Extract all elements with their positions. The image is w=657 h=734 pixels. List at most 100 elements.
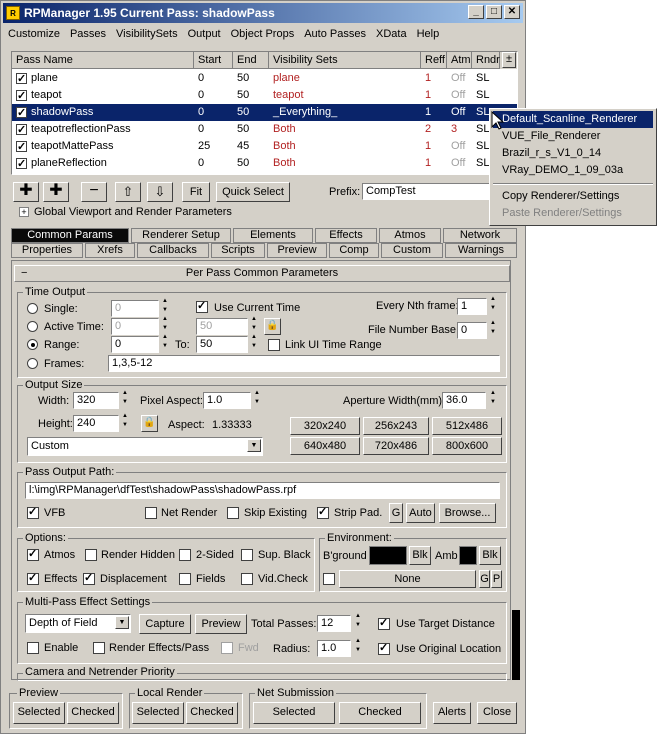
range-radio[interactable] bbox=[27, 339, 38, 350]
use-original-checkbox[interactable] bbox=[378, 641, 390, 655]
total-passes-field[interactable]: 12 bbox=[317, 615, 351, 632]
pass-enable-checkbox[interactable] bbox=[16, 105, 27, 121]
col-pass-name[interactable]: Pass Name bbox=[12, 52, 194, 69]
strip-pad-checkbox[interactable] bbox=[317, 505, 329, 519]
menu-item-vue-file[interactable]: VUE_File_Renderer bbox=[493, 128, 653, 145]
height-field[interactable]: 240 bbox=[73, 415, 119, 432]
two-sided-checkbox[interactable] bbox=[179, 549, 191, 561]
aperture-field[interactable]: 36.0 bbox=[442, 392, 486, 409]
enable-checkbox[interactable] bbox=[27, 642, 39, 654]
environment-map-button[interactable]: None bbox=[339, 570, 476, 588]
env-p-button[interactable]: P bbox=[491, 570, 502, 588]
table-row[interactable]: teapot 0 50 teapot 1 Off SL bbox=[12, 87, 517, 104]
env-g-button[interactable]: G bbox=[479, 570, 490, 588]
tab-atmos[interactable]: Atmos bbox=[379, 228, 441, 243]
tab-scripts[interactable]: Scripts bbox=[211, 243, 265, 258]
radius-field[interactable]: 1.0 bbox=[317, 640, 351, 657]
displacement-checkbox[interactable] bbox=[83, 571, 95, 585]
net-render-checkbox[interactable] bbox=[145, 507, 157, 519]
quick-select-button[interactable]: Quick Select bbox=[216, 182, 290, 202]
menu-item-copy-renderer[interactable]: Copy Renderer/Settings bbox=[493, 188, 653, 205]
file-number-base-field[interactable]: 0 bbox=[457, 322, 487, 339]
title-bar[interactable]: R RPManager 1.95 Current Pass: shadowPas… bbox=[3, 3, 523, 23]
frames-radio[interactable] bbox=[27, 358, 38, 369]
chevron-down-icon[interactable]: ▼ bbox=[247, 439, 261, 452]
preview-checked-button[interactable]: Checked bbox=[67, 702, 119, 724]
rollout-header[interactable]: − Per Pass Common Parameters bbox=[14, 265, 510, 282]
active-time-radio[interactable] bbox=[27, 321, 38, 332]
pass-enable-checkbox[interactable] bbox=[16, 122, 27, 138]
pass-grid[interactable]: Pass Name Start End Visibility Sets Reff… bbox=[11, 51, 518, 175]
tab-warnings[interactable]: Warnings bbox=[445, 243, 517, 258]
menu-visibilitysets[interactable]: VisibilitySets bbox=[111, 28, 183, 40]
pass-enable-checkbox[interactable] bbox=[16, 156, 27, 172]
move-up-icon[interactable]: ⇧ bbox=[115, 182, 141, 202]
col-visibility-sets[interactable]: Visibility Sets bbox=[269, 52, 421, 69]
add-pass-icon[interactable]: ✚ bbox=[13, 182, 39, 202]
browse-button[interactable]: Browse... bbox=[439, 503, 496, 523]
chevron-down-icon[interactable]: ▼ bbox=[115, 616, 129, 629]
height-spinner[interactable] bbox=[121, 413, 131, 432]
move-down-icon[interactable]: ⇩ bbox=[147, 182, 173, 202]
tab-comp[interactable]: Comp bbox=[329, 243, 379, 258]
pass-enable-checkbox[interactable] bbox=[16, 139, 27, 155]
render-hidden-checkbox[interactable] bbox=[85, 549, 97, 561]
menu-item-default-scanline[interactable]: Default_Scanline_Renderer bbox=[493, 111, 653, 128]
capture-button[interactable]: Capture bbox=[139, 614, 191, 634]
table-row[interactable]: plane 0 50 plane 1 Off SL bbox=[12, 70, 517, 87]
preset-512x486-button[interactable]: 512x486 bbox=[432, 417, 502, 435]
pass-rndr[interactable]: SL bbox=[472, 87, 500, 104]
menu-help[interactable]: Help bbox=[412, 28, 445, 40]
tab-preview[interactable]: Preview bbox=[267, 243, 327, 258]
global-viewport-label[interactable]: Global Viewport and Render Parameters bbox=[34, 205, 232, 219]
menu-item-brazil[interactable]: Brazil_r_s_V1_0_14 bbox=[493, 145, 653, 162]
width-spinner[interactable] bbox=[121, 390, 131, 409]
use-current-time-checkbox[interactable] bbox=[196, 299, 208, 313]
amb-blk-button[interactable]: Blk bbox=[479, 546, 501, 565]
width-field[interactable]: 320 bbox=[73, 392, 119, 409]
bground-blk-button[interactable]: Blk bbox=[409, 546, 431, 565]
tab-effects[interactable]: Effects bbox=[315, 228, 377, 243]
vid-check-checkbox[interactable] bbox=[241, 573, 253, 585]
tab-common-params[interactable]: Common Params bbox=[11, 228, 129, 243]
panel-scrollbar[interactable] bbox=[512, 260, 520, 680]
scrollbar-thumb[interactable] bbox=[512, 610, 520, 680]
pass-enable-checkbox[interactable] bbox=[16, 88, 27, 104]
camera-priority-label[interactable]: Camera and Netrender Priority bbox=[23, 666, 177, 678]
use-target-checkbox[interactable] bbox=[378, 616, 390, 630]
frames-field[interactable]: 1,3,5-12 bbox=[108, 355, 500, 372]
atmos-checkbox[interactable] bbox=[27, 547, 39, 561]
active-to-field[interactable]: 50 bbox=[196, 318, 248, 335]
net-checked-button[interactable]: Checked bbox=[339, 702, 421, 724]
skip-existing-checkbox[interactable] bbox=[227, 507, 239, 519]
rollout-collapse-icon[interactable]: − bbox=[21, 266, 27, 281]
preset-800x600-button[interactable]: 800x600 bbox=[432, 437, 502, 455]
col-end[interactable]: End bbox=[233, 52, 269, 69]
fields-checkbox[interactable] bbox=[179, 573, 191, 585]
single-spinner[interactable] bbox=[161, 298, 171, 317]
menu-item-paste-renderer[interactable]: Paste Renderer/Settings bbox=[493, 205, 653, 222]
col-start[interactable]: Start bbox=[194, 52, 233, 69]
effects-checkbox[interactable] bbox=[27, 571, 39, 585]
output-path-field[interactable]: l:\img\RPManager\dfTest\shadowPass\shado… bbox=[25, 482, 500, 499]
bground-color-swatch[interactable] bbox=[369, 546, 407, 565]
col-atm[interactable]: Atm bbox=[447, 52, 472, 69]
tab-elements[interactable]: Elements bbox=[233, 228, 313, 243]
auto-button[interactable]: Auto bbox=[406, 503, 435, 523]
fit-button[interactable]: Fit bbox=[182, 182, 210, 202]
table-row[interactable]: teapotMattePass 25 45 Both 1 Off SL bbox=[12, 138, 517, 155]
prefix-input[interactable]: CompTest bbox=[362, 183, 490, 200]
remove-pass-icon[interactable]: − bbox=[81, 182, 107, 202]
grid-add-column-button[interactable]: ± bbox=[502, 52, 516, 68]
tab-custom[interactable]: Custom bbox=[381, 243, 443, 258]
col-rndr[interactable]: Rndr bbox=[472, 52, 500, 69]
range-to-spinner[interactable] bbox=[250, 334, 260, 353]
pass-rndr[interactable]: SL bbox=[472, 70, 500, 87]
active-to-spinner[interactable] bbox=[250, 316, 260, 335]
local-selected-button[interactable]: Selected bbox=[132, 702, 184, 724]
environment-map-checkbox[interactable] bbox=[323, 573, 335, 585]
resolution-preset-select[interactable]: Custom ▼ bbox=[27, 437, 263, 456]
menu-output[interactable]: Output bbox=[183, 28, 226, 40]
link-ui-checkbox[interactable] bbox=[268, 339, 280, 351]
lock-icon[interactable]: 🔒 bbox=[264, 318, 281, 335]
